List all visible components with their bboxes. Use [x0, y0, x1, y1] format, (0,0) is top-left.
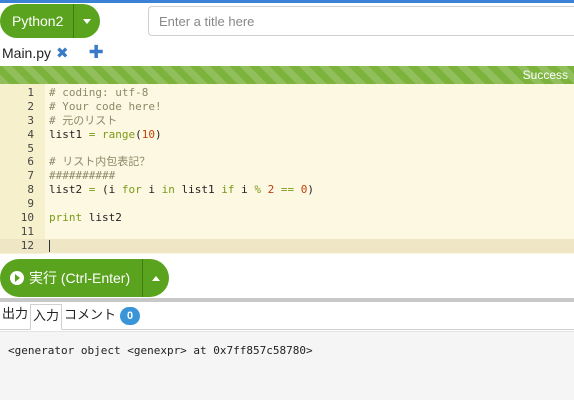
status-text: Success [522, 68, 568, 82]
plus-icon[interactable]: ✚ [89, 44, 104, 62]
tab-output[interactable]: 出力 [0, 303, 30, 329]
top-accent-line [0, 0, 574, 3]
panel-resize-divider[interactable] [0, 298, 574, 302]
code-token: list1 [49, 127, 89, 141]
code-lines[interactable]: 1 # coding: utf-8 2 # Your code here! 3 # 元のリ… [0, 86, 574, 253]
code-token: ########## [49, 169, 116, 183]
code-token: (i [95, 183, 122, 197]
code-token: 10 [141, 127, 155, 141]
code-token: ( [135, 127, 142, 141]
code-token: i [141, 183, 162, 197]
code-text[interactable]: print list2 [49, 211, 122, 225]
code-line[interactable]: 11 [0, 225, 574, 239]
code-token: # Your code here! [49, 99, 162, 113]
line-number: 3 [27, 113, 34, 127]
code-text[interactable]: list2 = (i for i in list1 if i % 2 == 0) [49, 183, 314, 197]
tab-comments[interactable]: コメント 0 [62, 303, 142, 329]
code-token: list1 [174, 183, 222, 197]
comment-count-badge: 0 [120, 307, 141, 325]
output-tabs: 出力 入力 コメント 0 [0, 304, 574, 330]
code-line[interactable]: 1 # coding: utf-8 [0, 86, 574, 100]
code-line[interactable]: 2 # Your code here! [0, 100, 574, 114]
status-bar: Success [0, 66, 574, 84]
line-number: 11 [20, 224, 34, 238]
code-text[interactable]: # リスト内包表記？ [49, 155, 150, 169]
line-number: 6 [27, 155, 34, 169]
tab-main-py[interactable]: Main.py [0, 45, 51, 61]
line-number: 5 [27, 141, 34, 155]
code-token: list2 [82, 211, 122, 225]
code-text[interactable] [49, 239, 50, 253]
code-token: ) [155, 127, 162, 141]
line-number: 4 [27, 127, 34, 141]
code-text[interactable]: # coding: utf-8 [49, 86, 148, 100]
code-text[interactable]: # 元のリスト [49, 114, 117, 128]
code-line[interactable]: 4 list1 = range(10) [0, 128, 574, 142]
code-line[interactable]: 6 # リスト内包表記？ [0, 155, 574, 169]
line-number: 2 [27, 99, 34, 113]
line-number: 8 [27, 183, 34, 197]
text-cursor [49, 239, 50, 252]
code-line[interactable]: 10 print list2 [0, 211, 574, 225]
code-token: # 元のリスト [49, 113, 118, 127]
run-options-toggle[interactable] [143, 259, 169, 297]
line-number: 9 [27, 197, 34, 211]
top-bar: Python2 [0, 0, 574, 42]
language-selector[interactable]: Python2 [0, 4, 100, 38]
code-line[interactable]: 5 [0, 142, 574, 156]
close-icon[interactable]: ✖ [56, 45, 69, 61]
code-token: in [161, 183, 175, 197]
language-dropdown-toggle[interactable] [74, 4, 100, 38]
run-circle-arrow-icon [10, 271, 24, 285]
tab-input[interactable]: 入力 [30, 304, 63, 330]
code-line[interactable]: 9 [0, 197, 574, 211]
code-token: # coding: utf-8 [49, 86, 149, 99]
line-number: 7 [27, 169, 34, 183]
output-panel: <generator object <genexpr> at 0x7ff857c… [0, 331, 574, 400]
code-text[interactable]: # Your code here! [49, 100, 162, 114]
chevron-up-icon [152, 275, 160, 281]
title-input[interactable] [148, 6, 574, 36]
file-tabs: Main.py ✖ ✚ [0, 42, 574, 64]
run-bar: 実行 (Ctrl-Enter) [0, 256, 574, 298]
code-token: list2 [49, 183, 89, 197]
chevron-down-icon [83, 18, 91, 24]
code-token: == [280, 183, 295, 197]
code-text[interactable]: ########## [49, 169, 115, 183]
line-number: 12 [20, 238, 34, 252]
code-token: for [121, 183, 142, 197]
code-editor[interactable]: 1 # coding: utf-8 2 # Your code here! 3 # 元のリ… [0, 84, 574, 254]
code-token: ) [307, 183, 314, 197]
run-button-label: 実行 (Ctrl-Enter) [29, 270, 131, 286]
code-token: i [234, 183, 255, 197]
run-button-group[interactable]: 実行 (Ctrl-Enter) [0, 259, 169, 297]
code-line[interactable]: 7 ########## [0, 169, 574, 183]
line-number: 10 [20, 211, 34, 225]
code-line[interactable]: 12 [0, 238, 574, 253]
code-text[interactable]: list1 = range(10) [49, 128, 162, 142]
line-number: 1 [27, 86, 34, 99]
code-line[interactable]: 3 # 元のリスト [0, 114, 574, 128]
code-token: if [221, 183, 235, 197]
tab-comments-label: コメント [64, 308, 117, 323]
language-button[interactable]: Python2 [0, 4, 74, 38]
code-line[interactable]: 8 list2 = (i for i in list1 if i % 2 == 0… [0, 183, 574, 197]
code-token: % [254, 183, 261, 197]
run-button[interactable]: 実行 (Ctrl-Enter) [0, 259, 143, 297]
code-token: # リスト内包表記？ [49, 155, 151, 169]
code-token: print [49, 211, 83, 225]
output-text: <generator object <genexpr> at 0x7ff857c… [8, 344, 313, 357]
code-token: range [102, 127, 136, 141]
